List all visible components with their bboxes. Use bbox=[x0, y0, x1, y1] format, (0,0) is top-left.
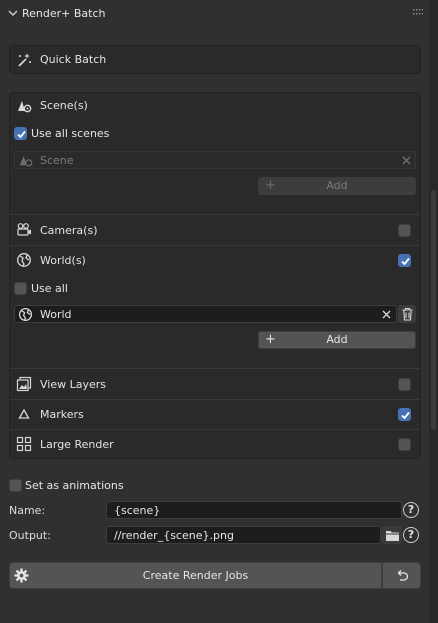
add-scene-button[interactable]: + Add bbox=[258, 177, 416, 195]
plus-icon: + bbox=[265, 178, 276, 193]
output-label: Output: bbox=[9, 529, 51, 542]
use-all-worlds-label[interactable]: Use all bbox=[31, 282, 68, 295]
checkmark-icon bbox=[17, 130, 26, 139]
set-as-animations-label[interactable]: Set as animations bbox=[25, 479, 124, 492]
scrollbar[interactable] bbox=[429, 0, 438, 623]
chevron-down-icon[interactable] bbox=[7, 7, 19, 19]
divider bbox=[10, 245, 420, 246]
cameras-label: Camera(s) bbox=[40, 224, 98, 237]
camera-icon bbox=[17, 223, 31, 236]
create-render-jobs-label: Create Render Jobs bbox=[142, 569, 249, 582]
trash-icon bbox=[402, 307, 413, 321]
world-icon bbox=[17, 253, 31, 267]
markers-checkbox[interactable] bbox=[398, 408, 411, 421]
worlds-checkbox[interactable] bbox=[398, 254, 411, 267]
undo-icon bbox=[397, 570, 409, 581]
use-all-worlds-checkbox[interactable] bbox=[14, 282, 27, 295]
remove-world-button[interactable] bbox=[398, 305, 416, 323]
name-input-value: {scene} bbox=[114, 504, 161, 517]
close-icon[interactable] bbox=[401, 155, 412, 166]
view-layers-checkbox[interactable] bbox=[398, 378, 411, 391]
plus-icon: + bbox=[265, 332, 276, 347]
output-input[interactable]: //render_{scene}.png bbox=[106, 526, 381, 544]
add-scene-label: Add bbox=[326, 179, 348, 192]
cameras-checkbox[interactable] bbox=[398, 224, 411, 237]
checkmark-icon bbox=[401, 411, 410, 420]
marker-icon bbox=[18, 408, 30, 419]
scene-icon bbox=[19, 155, 33, 167]
create-render-jobs-button[interactable]: Create Render Jobs bbox=[9, 562, 382, 589]
help-icon[interactable]: ? bbox=[403, 502, 419, 518]
large-render-label: Large Render bbox=[40, 438, 114, 451]
worlds-label: World(s) bbox=[40, 254, 86, 267]
divider bbox=[10, 399, 420, 400]
panel-title[interactable]: Render+ Batch bbox=[22, 7, 106, 20]
render-batch-panel: Render+ Batch Quick Batch Scene(s) Use a… bbox=[0, 0, 429, 623]
divider bbox=[10, 214, 420, 215]
world-field[interactable]: World bbox=[14, 305, 397, 323]
world-field-value: World bbox=[40, 308, 72, 321]
close-icon[interactable] bbox=[381, 309, 392, 320]
set-as-animations-checkbox[interactable] bbox=[9, 479, 22, 492]
output-input-value: //render_{scene}.png bbox=[114, 529, 234, 542]
markers-label: Markers bbox=[40, 408, 84, 421]
scrollbar-thumb[interactable] bbox=[431, 190, 436, 430]
scene-icon bbox=[18, 101, 32, 113]
add-world-button[interactable]: + Add bbox=[258, 331, 416, 349]
checkmark-icon bbox=[401, 257, 410, 266]
scene-field[interactable]: Scene bbox=[14, 151, 416, 169]
gear-icon bbox=[14, 568, 29, 583]
name-label: Name: bbox=[9, 504, 46, 517]
quick-batch-button[interactable]: Quick Batch bbox=[9, 45, 421, 74]
large-render-checkbox[interactable] bbox=[398, 438, 411, 451]
undo-button[interactable] bbox=[382, 562, 421, 589]
help-icon[interactable]: ? bbox=[403, 527, 419, 543]
magic-wand-icon bbox=[18, 53, 31, 67]
add-world-label: Add bbox=[326, 333, 348, 346]
scene-field-value: Scene bbox=[40, 154, 74, 167]
divider bbox=[10, 429, 420, 430]
large-render-icon bbox=[16, 436, 32, 452]
folder-icon bbox=[386, 531, 399, 541]
view-layers-label: View Layers bbox=[40, 378, 106, 391]
divider bbox=[10, 368, 420, 369]
browse-folder-button[interactable] bbox=[382, 526, 402, 544]
world-icon bbox=[18, 307, 33, 322]
scenes-header: Scene(s) bbox=[40, 99, 88, 112]
use-all-scenes-checkbox[interactable] bbox=[14, 127, 27, 140]
name-input[interactable]: {scene} bbox=[106, 501, 402, 519]
use-all-scenes-label[interactable]: Use all scenes bbox=[31, 127, 109, 140]
quick-batch-label: Quick Batch bbox=[40, 53, 107, 66]
grip-icon[interactable] bbox=[413, 8, 423, 16]
batch-options-box: Scene(s) Use all scenes Scene + Add Came… bbox=[9, 92, 421, 459]
view-layers-icon bbox=[16, 376, 32, 392]
